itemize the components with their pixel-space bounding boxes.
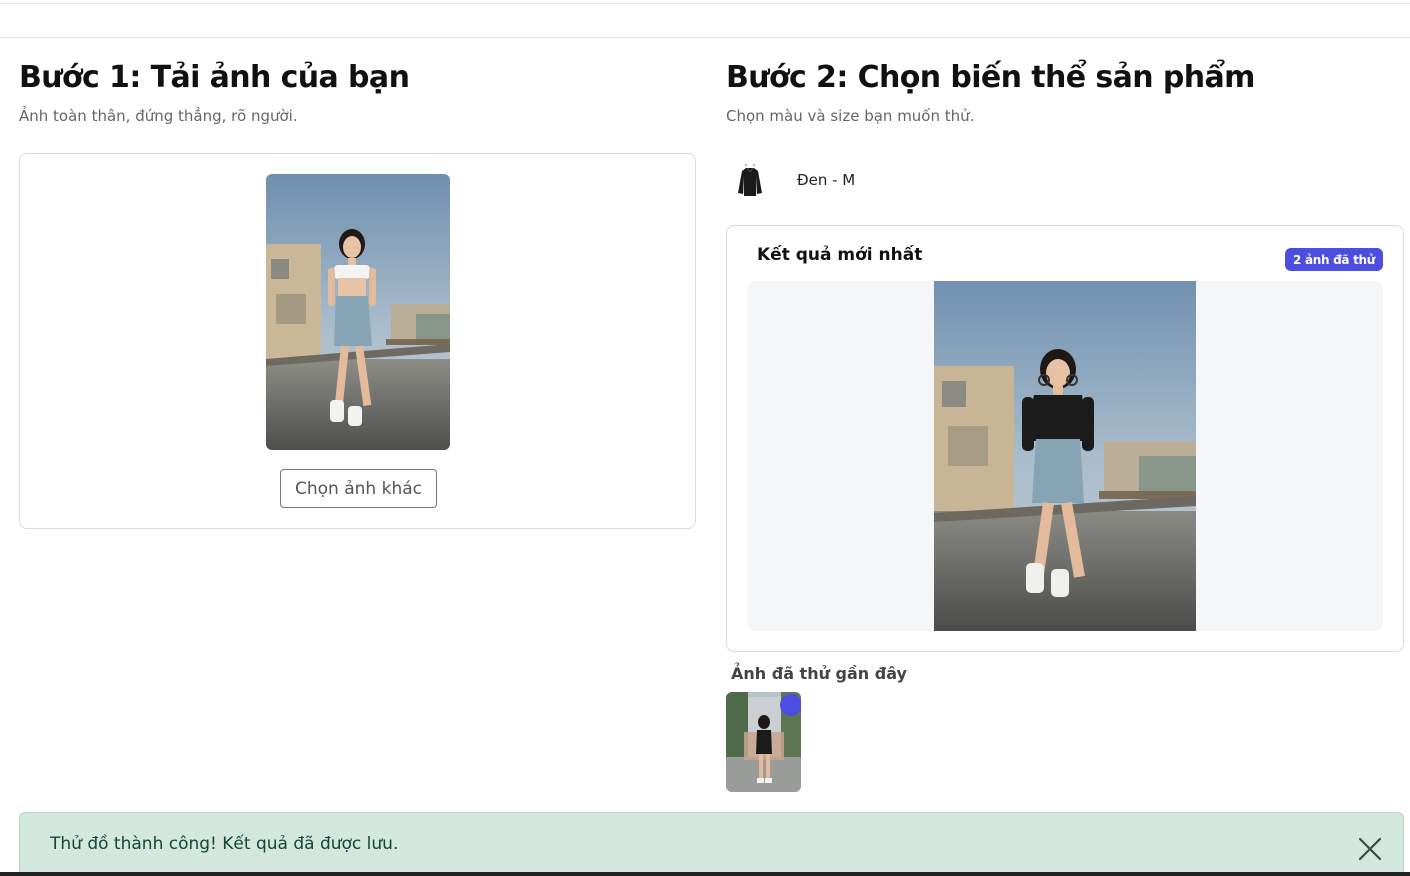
top-divider [0, 3, 1410, 4]
step1-description: Ảnh toàn thân, đứng thẳng, rõ người. [19, 107, 298, 125]
step2-description: Chọn màu và size bạn muốn thử. [726, 107, 975, 125]
variant-label: Đen - M [797, 171, 856, 189]
black-shirt-icon [726, 156, 774, 204]
result-image-stage [747, 281, 1383, 631]
choose-another-photo-button[interactable]: Chọn ảnh khác [280, 469, 437, 508]
close-icon[interactable] [1357, 836, 1383, 862]
success-toast: Thử đồ thành công! Kết quả đã được lưu. [19, 812, 1404, 876]
selected-indicator-dot [780, 694, 801, 716]
variant-option-black-m[interactable]: Đen - M [726, 156, 1026, 204]
latest-result-title: Kết quả mới nhất [757, 245, 923, 265]
latest-result-card: Kết quả mới nhất 2 ảnh đã thử [726, 225, 1404, 652]
result-photo[interactable] [934, 281, 1196, 631]
step1-title: Bước 1: Tải ảnh của bạn [19, 60, 410, 95]
recent-tries-title: Ảnh đã thử gần đây [731, 664, 907, 683]
bottom-edge [0, 872, 1410, 876]
upload-card: Chọn ảnh khác [19, 153, 696, 529]
uploaded-photo [266, 174, 450, 450]
result-photo-image [934, 281, 1196, 631]
top-header-bar [0, 0, 1410, 38]
step1-section: Bước 1: Tải ảnh của bạn Ảnh toàn thân, đ… [19, 38, 696, 529]
tried-count-badge: 2 ảnh đã thử [1285, 248, 1383, 271]
step2-title: Bước 2: Chọn biến thể sản phẩm [726, 60, 1255, 95]
toast-message: Thử đồ thành công! Kết quả đã được lưu. [50, 834, 399, 854]
step2-section: Bước 2: Chọn biến thể sản phẩm Chọn màu … [726, 38, 1404, 792]
recent-try-thumbnail[interactable] [726, 692, 801, 792]
uploaded-photo-image [266, 174, 450, 450]
